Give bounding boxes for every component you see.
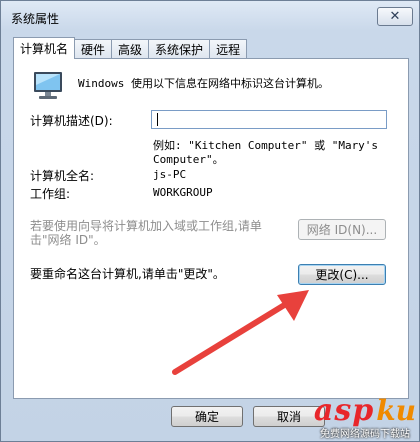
network-hint-line-2: 击"网络 ID"。 — [30, 233, 106, 247]
tab-hardware[interactable]: 硬件 — [75, 39, 113, 59]
full-name-label: 计算机全名: — [30, 169, 95, 183]
close-button[interactable]: ✕ — [377, 7, 413, 26]
description-input[interactable] — [151, 110, 387, 129]
change-button[interactable]: 更改(C)... — [298, 264, 386, 285]
computer-monitor-icon — [34, 72, 62, 99]
system-properties-window: 系统属性 ✕ 计算机名 硬件 高级 系统保护 远程 Windows 使用以下信息… — [0, 0, 420, 442]
window-title: 系统属性 — [11, 12, 60, 26]
example-line-2: Computer"。 — [153, 153, 224, 166]
watermark-subtitle: 免费网络源码下载站 — [320, 429, 410, 440]
tab-bar: 计算机名 硬件 高级 系统保护 远程 — [13, 37, 248, 59]
tab-remote[interactable]: 远程 — [210, 39, 248, 59]
network-id-button[interactable]: 网络 ID(N)... — [298, 219, 386, 240]
rename-hint: 要重命名这台计算机,请单击"更改"。 — [30, 267, 225, 281]
intro-text: Windows 使用以下信息在网络中标识这台计算机。 — [78, 77, 329, 90]
watermark-brand-right: ku — [376, 394, 416, 427]
watermark-brand-left: asp — [313, 393, 375, 428]
full-name-value: js-PC — [153, 168, 187, 181]
text-caret — [157, 113, 158, 126]
tab-system-protection[interactable]: 系统保护 — [149, 39, 211, 59]
description-label: 计算机描述(D): — [30, 114, 113, 128]
computer-name-panel: Windows 使用以下信息在网络中标识这台计算机。 计算机描述(D): 例如:… — [13, 58, 409, 399]
workgroup-value: WORKGROUP — [153, 186, 213, 199]
close-icon: ✕ — [389, 9, 401, 24]
tab-advanced[interactable]: 高级 — [112, 39, 150, 59]
workgroup-label: 工作组: — [30, 187, 71, 201]
ok-button[interactable]: 确定 — [171, 406, 243, 427]
watermark-logo: asp ku — [314, 393, 416, 428]
tab-computer-name[interactable]: 计算机名 — [13, 37, 76, 59]
